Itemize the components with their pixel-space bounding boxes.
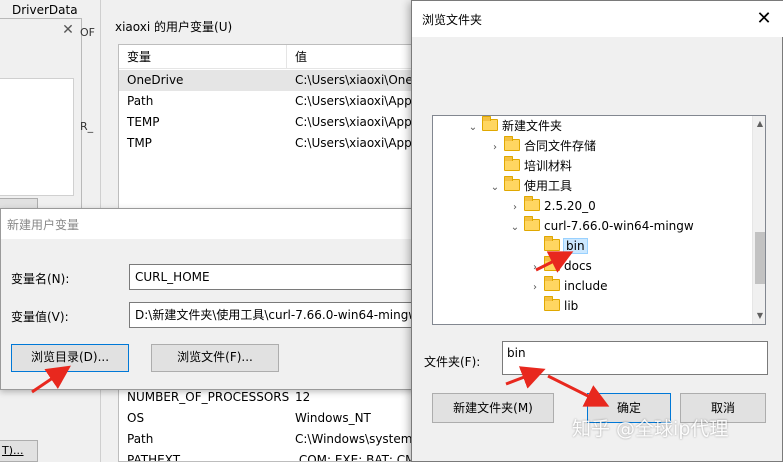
background-button-label: T)... — [2, 444, 24, 457]
user-variables-table[interactable]: 变量 值 OneDrive C:\Users\xiaoxi\OneDrive P… — [118, 44, 418, 210]
tree-item[interactable]: ⌄ 使用工具 — [489, 176, 572, 196]
tree-item[interactable]: › 2.5.20_0 — [509, 196, 596, 216]
background-text-fragment: OF — [80, 26, 95, 39]
close-icon[interactable]: ✕ — [752, 7, 776, 31]
new-folder-button[interactable]: 新建文件夹(M) — [432, 393, 554, 423]
tree-item-label: 使用工具 — [524, 179, 573, 193]
tree-item-label: 培训材料 — [524, 159, 573, 173]
table-row[interactable]: PATHEXT .COM;.EXE;.BAT;.CMD;.VBS;.VBE;.J… — [119, 450, 417, 462]
tree-item-label: docs — [564, 259, 592, 273]
variable-value: 12 — [295, 390, 311, 404]
variable-name-field[interactable]: CURL_HOME — [129, 264, 421, 290]
variable-name: Path — [127, 94, 154, 108]
chevron-down-icon[interactable]: ⌄ — [489, 178, 501, 198]
tree-item-label: lib — [564, 299, 579, 313]
tree-item-label: 新建文件夹 — [502, 119, 563, 133]
folder-icon — [544, 256, 560, 271]
variable-name-label: 变量名(N): — [11, 272, 70, 286]
folder-tree[interactable]: ⌄ 新建文件夹 › 合同文件存储 培训材料 ⌄ 使用工具 › 2.5.20_0 ⌄ cur… — [432, 115, 766, 325]
folder-icon — [504, 136, 520, 151]
folder-icon — [504, 156, 520, 171]
folder-icon — [544, 296, 560, 311]
tree-item-label: bin — [563, 238, 588, 254]
variable-value: .COM;.EXE;.BAT;.CMD;.VBS;.VBE;.JS;.JSE;.… — [295, 453, 417, 462]
system-variables-table[interactable]: NUMBER_OF_PROCESSORS 12 OS Windows_NT Pa… — [118, 380, 418, 462]
table-row[interactable]: OS Windows_NT — [119, 408, 417, 429]
dialog-title: 新建用户变量 — [7, 218, 80, 232]
table-row[interactable]: OneDrive C:\Users\xiaoxi\OneDrive — [119, 70, 417, 91]
browse-folder-dialog: 浏览文件夹 ✕ ⌄ 新建文件夹 › 合同文件存储 培训材料 ⌄ 使用工具 › 2.5.2… — [411, 0, 783, 462]
variable-value-field[interactable]: D:\新建文件夹\使用工具\curl-7.66.0-win64-mingw\ — [129, 302, 421, 328]
variable-name: NUMBER_OF_PROCESSORS — [127, 390, 290, 404]
folder-field[interactable]: bin — [502, 341, 768, 375]
close-icon[interactable]: ✕ — [60, 22, 76, 38]
tree-item-label: 2.5.20_0 — [544, 199, 596, 213]
tree-item[interactable]: › docs — [529, 256, 592, 276]
scroll-down-icon[interactable]: ▼ — [753, 308, 765, 324]
table-row[interactable]: TEMP C:\Users\xiaoxi\AppData — [119, 112, 417, 133]
variable-name: Path — [127, 432, 154, 446]
table-row[interactable]: TMP C:\Users\xiaoxi\AppData — [119, 133, 417, 154]
variable-name: TMP — [127, 136, 152, 150]
new-user-variable-dialog: 新建用户变量 变量名(N): 变量值(V): CURL_HOME D:\新建文件… — [0, 208, 421, 390]
folder-icon — [482, 116, 498, 131]
browse-directory-button[interactable]: 浏览目录(D)... — [11, 344, 129, 372]
chevron-right-icon[interactable]: › — [529, 258, 541, 278]
folder-icon — [544, 236, 560, 251]
folder-icon — [524, 196, 540, 211]
background-button[interactable]: T)... — [0, 440, 38, 462]
variable-name: OneDrive — [127, 73, 184, 87]
folder-icon — [524, 216, 540, 231]
table-row[interactable]: NUMBER_OF_PROCESSORS 12 — [119, 387, 417, 408]
tree-item-label: include — [564, 279, 608, 293]
table-row[interactable]: Path C:\Windows\system32;C:\Windows;C:\W… — [119, 429, 417, 450]
variable-value: C:\Users\xiaoxi\AppData — [295, 136, 417, 150]
tree-item[interactable]: › include — [529, 276, 607, 296]
variable-name: OS — [127, 411, 145, 425]
tree-item[interactable]: 培训材料 — [489, 156, 572, 176]
watermark: 知乎 @全球ip代理 — [572, 418, 729, 440]
tree-item[interactable]: › 合同文件存储 — [489, 136, 596, 156]
dialog-title: 浏览文件夹 — [422, 13, 483, 27]
browse-file-button[interactable]: 浏览文件(F)... — [151, 344, 279, 372]
user-variables-label: xiaoxi 的用户变量(U) — [115, 20, 233, 34]
column-header-value[interactable]: 值 — [287, 45, 417, 69]
variable-value: C:\Windows\system32;C:\Windows;C:\Window… — [295, 432, 417, 446]
scrollbar-thumb[interactable] — [755, 232, 765, 284]
tree-item-label: curl-7.66.0-win64-mingw — [544, 219, 694, 233]
variable-value: C:\Users\xiaoxi\AppData — [295, 94, 417, 108]
tree-item[interactable]: ⌄ curl-7.66.0-win64-mingw — [509, 216, 694, 236]
variable-name: TEMP — [127, 115, 160, 129]
folder-icon — [544, 276, 560, 291]
tree-item-label: 合同文件存储 — [524, 139, 597, 153]
background-dialog-panel — [0, 78, 74, 196]
tree-item[interactable]: ⌄ 新建文件夹 — [467, 116, 562, 136]
chevron-right-icon[interactable]: › — [509, 198, 521, 218]
tree-item-selected[interactable]: bin — [529, 236, 588, 256]
scroll-up-icon[interactable]: ▲ — [753, 116, 765, 132]
variable-value-label: 变量值(V): — [11, 310, 69, 324]
tree-scrollbar[interactable]: ▲ ▼ — [752, 116, 765, 324]
chevron-right-icon[interactable]: › — [489, 138, 501, 158]
variable-value: C:\Users\xiaoxi\OneDrive — [295, 73, 417, 87]
folder-icon — [504, 176, 520, 191]
variable-name: PATHEXT — [127, 453, 181, 462]
background-text-fragment: R_ — [80, 120, 94, 133]
chevron-down-icon[interactable]: ⌄ — [467, 118, 479, 138]
table-row[interactable]: Path C:\Users\xiaoxi\AppData — [119, 91, 417, 112]
tree-item[interactable]: lib — [529, 296, 578, 316]
variable-value: Windows_NT — [295, 411, 371, 425]
chevron-right-icon[interactable]: › — [529, 278, 541, 298]
chevron-down-icon[interactable]: ⌄ — [509, 218, 521, 238]
background-window-title: DriverData — [12, 3, 78, 17]
variable-value: C:\Users\xiaoxi\AppData — [295, 115, 417, 129]
folder-label: 文件夹(F): — [424, 355, 481, 369]
column-header-variable[interactable]: 变量 — [119, 45, 287, 69]
